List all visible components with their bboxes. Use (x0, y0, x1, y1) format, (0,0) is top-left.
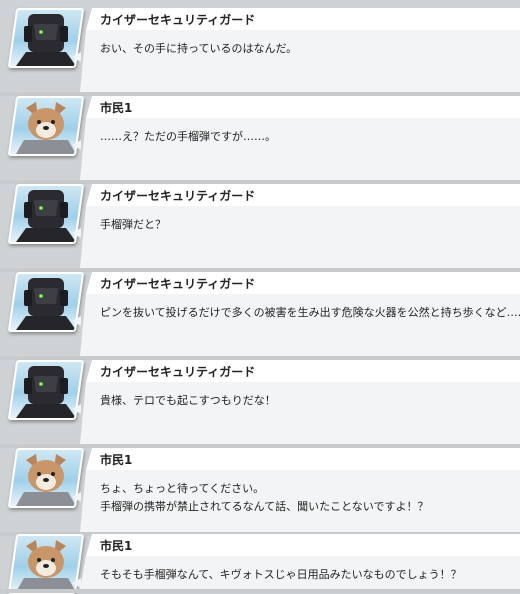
log-entry: カイザーセキュリティガード 貴様、テロでも起こすつもりだな！ (0, 356, 520, 448)
speaker-name: カイザーセキュリティガード (100, 277, 256, 291)
speaker-name-bar: 市民1 (86, 448, 520, 470)
log-entry: 市民1 ちょ、ちょっと待ってください。 手榴弾の携帯が禁止されてるなんて話、聞い… (0, 444, 520, 536)
message-box: 貴様、テロでも起こすつもりだな！ (80, 382, 520, 444)
message-text: ちょ、ちょっと待ってください。 手榴弾の携帯が禁止されてるなんて話、聞いたことな… (100, 482, 429, 513)
message-box: 手榴弾だと？ (80, 206, 520, 268)
bubble-tail (72, 316, 81, 326)
log-entry: 市民1 ……え？ただの手榴弾ですが……。 (0, 92, 520, 184)
log-entry: カイザーセキュリティガード 手榴弾だと？ (0, 180, 520, 272)
message-text: 貴様、テロでも起こすつもりだな！ (100, 394, 276, 407)
speaker-name: カイザーセキュリティガード (100, 189, 256, 203)
message-text: 手榴弾だと？ (100, 218, 166, 231)
speaker-name: 市民1 (100, 539, 133, 553)
speaker-name-bar: カイザーセキュリティガード (86, 8, 520, 30)
log-entry: カイザーセキュリティガード ピンを抜いて投げるだけで多くの被害を生み出す危険な火… (0, 268, 520, 360)
bubble-tail (72, 578, 81, 588)
dialogue-log[interactable]: カイザーセキュリティガード おい、その手に持っているのはなんだ。 市民1 ……え… (0, 0, 520, 594)
bubble-tail (72, 140, 81, 150)
speaker-name-bar: カイザーセキュリティガード (86, 360, 520, 382)
bubble-tail (72, 404, 81, 414)
message-box: そもそも手榴弾なんて、キヴォトスじゃ日用品みたいなものでしょう！？ (80, 556, 520, 589)
message-text: そもそも手榴弾なんて、キヴォトスじゃ日用品みたいなものでしょう！？ (100, 568, 462, 581)
speaker-name-bar: カイザーセキュリティガード (86, 184, 520, 206)
speaker-name-bar: 市民1 (86, 96, 520, 118)
message-text: おい、その手に持っているのはなんだ。 (100, 42, 298, 55)
message-text: ……え？ただの手榴弾ですが……。 (100, 130, 276, 143)
speaker-name-bar: カイザーセキュリティガード (86, 272, 520, 294)
log-entry: カイザーセキュリティガード おい、その手に持っているのはなんだ。 (0, 4, 520, 96)
message-text: ピンを抜いて投げるだけで多くの被害を生み出す危険な火器を公然と持ち歩くなど……。 (100, 306, 520, 319)
speaker-name: 市民1 (100, 101, 133, 115)
speaker-name: カイザーセキュリティガード (100, 365, 256, 379)
speaker-name: カイザーセキュリティガード (100, 13, 256, 27)
log-entry: 市民1 そもそも手榴弾なんて、キヴォトスじゃ日用品みたいなものでしょう！？ (0, 530, 520, 594)
message-box: ピンを抜いて投げるだけで多くの被害を生み出す危険な火器を公然と持ち歩くなど……。 (80, 294, 520, 356)
speaker-name-bar: 市民1 (86, 534, 520, 556)
bubble-tail (72, 52, 81, 62)
speaker-name: 市民1 (100, 453, 133, 467)
bubble-tail (72, 228, 81, 238)
message-box: ちょ、ちょっと待ってください。 手榴弾の携帯が禁止されてるなんて話、聞いたことな… (80, 470, 520, 532)
message-box: ……え？ただの手榴弾ですが……。 (80, 118, 520, 180)
message-box: おい、その手に持っているのはなんだ。 (80, 30, 520, 92)
bubble-tail (72, 492, 81, 502)
